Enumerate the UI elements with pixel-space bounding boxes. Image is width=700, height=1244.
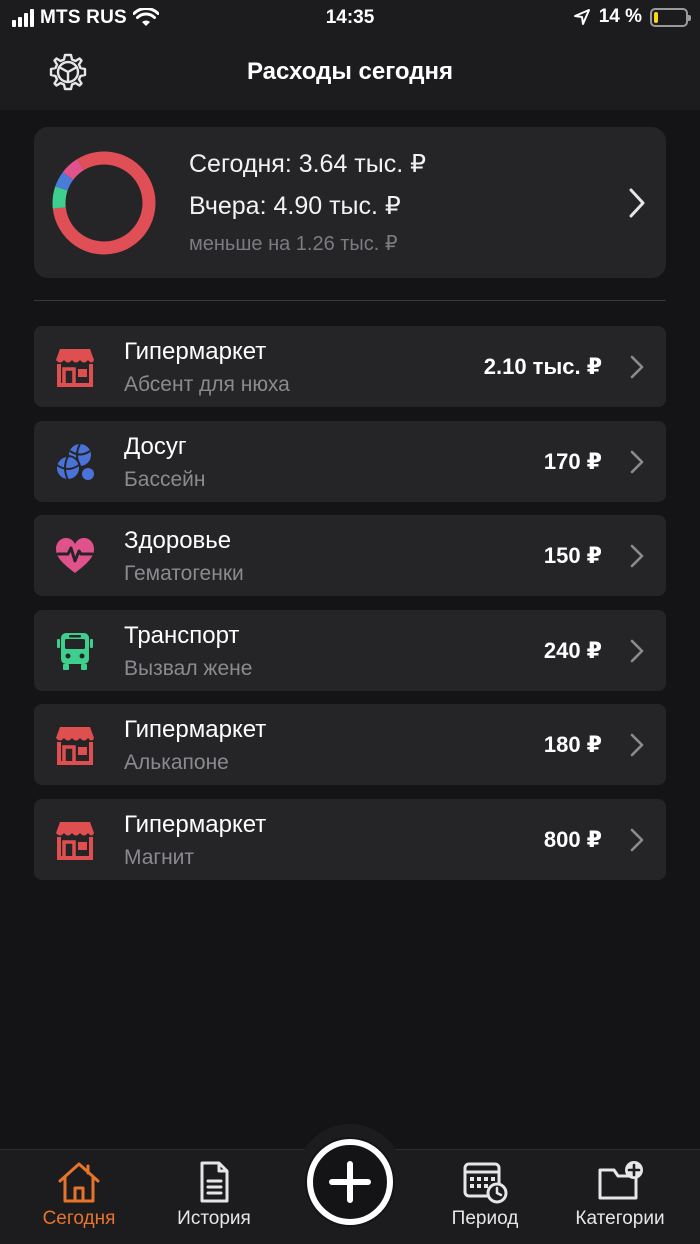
tab-today[interactable]: Сегодня	[9, 1160, 149, 1230]
donut-segment	[62, 159, 85, 181]
expense-note: Абсент для нюха	[124, 373, 290, 396]
expense-note: Гематогенки	[124, 562, 244, 586]
calendar-clock-icon	[463, 1162, 508, 1204]
store-icon	[56, 821, 94, 860]
chevron-right-icon	[630, 734, 644, 757]
summary-card[interactable]: Сегодня: 3.64 тыс. ₽ Вчера: 4.90 тыс. ₽ …	[34, 127, 666, 278]
chevron-right-icon	[630, 355, 644, 379]
expense-category: Гипермаркет	[124, 716, 267, 744]
expense-amount: 2.10 тыс. ₽	[483, 354, 602, 379]
summary-today: Сегодня: 3.64 тыс. ₽	[189, 150, 427, 178]
bus-icon	[57, 632, 93, 670]
tab-label: Категории	[575, 1208, 665, 1229]
status-bar: MTS RUS 14:35 14 %	[0, 0, 700, 36]
battery-level	[654, 11, 659, 23]
tab-label: Период	[451, 1208, 519, 1229]
heart-pulse-icon	[56, 538, 94, 574]
expense-row[interactable]: Здоровье Гематогенки 150 ₽	[34, 515, 666, 597]
chevron-right-icon	[629, 188, 645, 218]
expense-amount: 240 ₽	[543, 637, 602, 663]
expense-note: Вызвал жене	[124, 656, 253, 680]
store-icon	[56, 349, 94, 387]
expense-row[interactable]: Досуг Бассейн 170 ₽	[34, 420, 666, 502]
chevron-right-icon	[630, 544, 644, 568]
status-right: 14 %	[573, 6, 691, 28]
folder-plus-icon	[598, 1161, 643, 1200]
battery-icon	[650, 7, 691, 27]
divider	[34, 300, 666, 301]
expense-amount: 800 ₽	[543, 826, 602, 852]
expense-amount: 170 ₽	[543, 448, 602, 474]
expense-row[interactable]: Гипермаркет Магнит 800 ₽	[34, 798, 666, 880]
document-icon	[200, 1161, 229, 1203]
expense-category: Здоровье	[124, 527, 232, 555]
donut-segment	[55, 172, 74, 191]
balls-icon	[55, 443, 94, 481]
expense-row[interactable]: Гипермаркет Алькапоне 180 ₽	[34, 704, 666, 786]
plus-circle-icon	[307, 1139, 393, 1225]
location-arrow-icon	[573, 9, 590, 25]
expense-category: Транспорт	[124, 621, 240, 649]
donut-segment	[52, 186, 68, 209]
tab-period[interactable]: Период	[415, 1160, 555, 1230]
nav-bar: Расходы сегодня	[0, 36, 700, 110]
expense-category: Гипермаркет	[124, 338, 267, 365]
expense-row[interactable]: Гипермаркет Абсент для нюха 2.10 тыс. ₽	[34, 326, 666, 407]
tab-history[interactable]: История	[144, 1160, 284, 1230]
battery-percent: 14 %	[598, 6, 642, 27]
expense-row[interactable]: Транспорт Вызвал жене 240 ₽	[34, 609, 666, 691]
tab-categories[interactable]: Категории	[550, 1160, 690, 1230]
expense-amount: 150 ₽	[543, 543, 602, 569]
expense-category: Досуг	[124, 432, 187, 460]
summary-yesterday: Вчера: 4.90 тыс. ₽	[189, 192, 401, 220]
expense-category: Гипермаркет	[124, 810, 267, 838]
expense-note: Магнит	[124, 845, 195, 869]
expense-note: Бассейн	[124, 467, 206, 491]
page-title: Расходы сегодня	[246, 58, 453, 85]
chevron-right-icon	[630, 639, 644, 663]
home-icon	[58, 1162, 100, 1203]
tab-label: История	[177, 1208, 251, 1229]
chevron-right-icon	[630, 450, 644, 473]
tab-label: Сегодня	[42, 1208, 116, 1229]
spending-donut	[52, 151, 156, 255]
summary-difference: меньше на 1.26 тыс. ₽	[189, 233, 398, 255]
add-expense-button[interactable]	[305, 1137, 395, 1227]
expense-note: Алькапоне	[124, 751, 229, 775]
chevron-right-icon	[630, 828, 644, 852]
store-icon	[56, 727, 94, 766]
expense-list: Гипермаркет Абсент для нюха 2.10 тыс. ₽ …	[34, 326, 666, 894]
expense-amount: 180 ₽	[543, 732, 602, 758]
